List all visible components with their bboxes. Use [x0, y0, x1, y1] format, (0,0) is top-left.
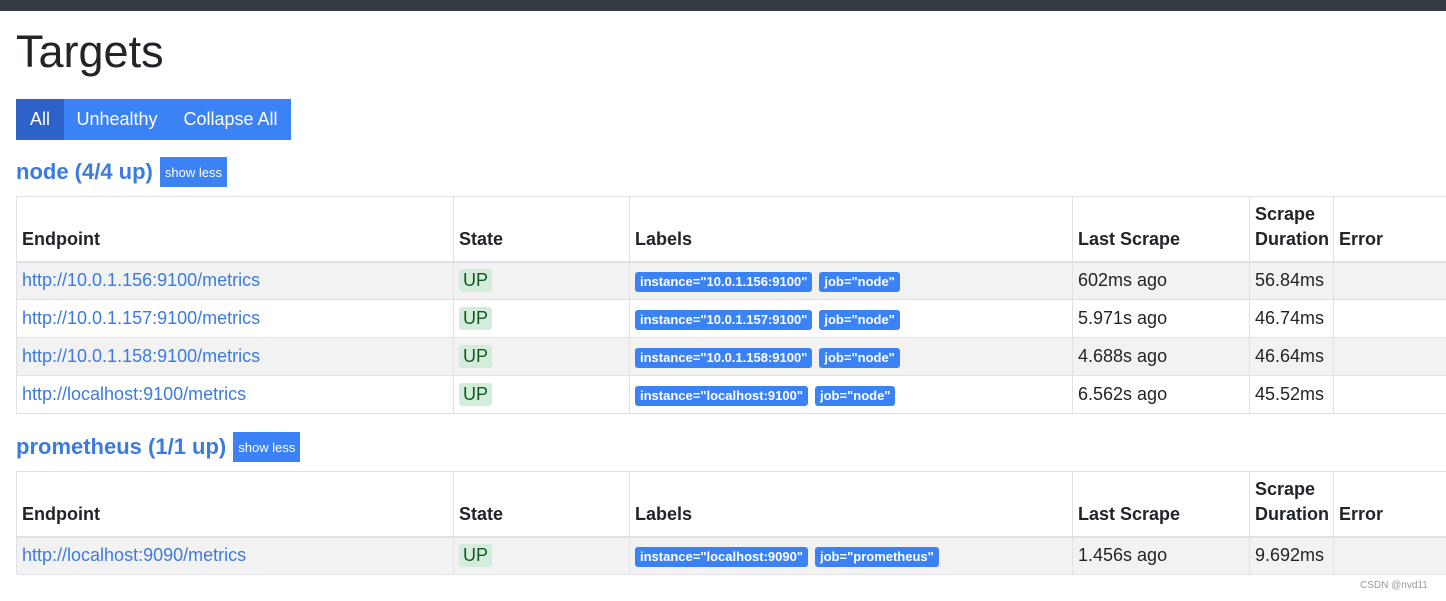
top-navbar: [0, 0, 1446, 11]
watermark: CSDN @nvd11: [1360, 580, 1428, 591]
last-scrape-cell: 5.971s ago: [1072, 299, 1250, 338]
column-header-error: Error: [1333, 471, 1446, 538]
filter-unhealthy-button[interactable]: Unhealthy: [64, 99, 170, 140]
pool-header-node: node (4/4 up) show less: [16, 157, 227, 187]
scrape-duration-cell: 56.84ms: [1249, 261, 1334, 300]
filter-button-group: All Unhealthy Collapse All: [16, 99, 291, 140]
pool-title[interactable]: prometheus (1/1 up): [16, 434, 226, 460]
table-row: http://10.0.1.157:9100/metrics UP instan…: [16, 299, 1446, 338]
column-header-scrape-duration: Scrape Duration: [1249, 196, 1334, 263]
last-scrape-cell: 602ms ago: [1072, 261, 1250, 300]
column-header-error: Error: [1333, 196, 1446, 263]
error-cell: [1333, 375, 1446, 414]
error-cell: [1333, 536, 1446, 575]
label-badge: job="node": [819, 309, 900, 330]
endpoint-link[interactable]: http://localhost:9090/metrics: [22, 545, 246, 565]
table-header-row: Endpoint State Labels Last Scrape Scrape…: [16, 471, 1446, 538]
state-badge: UP: [459, 544, 493, 568]
column-header-last-scrape: Last Scrape: [1072, 196, 1250, 263]
endpoint-link[interactable]: http://10.0.1.157:9100/metrics: [22, 308, 260, 328]
endpoint-link[interactable]: http://10.0.1.158:9100/metrics: [22, 346, 260, 366]
table-row: http://localhost:9100/metrics UP instanc…: [16, 375, 1446, 414]
show-less-button[interactable]: show less: [159, 157, 227, 187]
targets-table-prometheus: Endpoint State Labels Last Scrape Scrape…: [16, 471, 1446, 575]
pool-title[interactable]: node (4/4 up): [16, 159, 153, 185]
column-header-endpoint: Endpoint: [16, 471, 454, 538]
label-badge: instance="localhost:9100": [635, 385, 808, 406]
state-badge: UP: [459, 345, 493, 368]
scrape-duration-cell: 46.64ms: [1249, 337, 1334, 376]
endpoint-link[interactable]: http://localhost:9100/metrics: [22, 384, 246, 404]
column-header-last-scrape: Last Scrape: [1072, 471, 1250, 538]
scrape-duration-cell: 45.52ms: [1249, 375, 1334, 414]
state-badge: UP: [459, 383, 493, 406]
column-header-labels: Labels: [629, 196, 1073, 263]
show-less-button[interactable]: show less: [233, 432, 301, 462]
scrape-duration-cell: 9.692ms: [1249, 536, 1334, 575]
column-header-state: State: [453, 196, 630, 263]
label-badge: instance="10.0.1.156:9100": [635, 271, 813, 292]
targets-table-node: Endpoint State Labels Last Scrape Scrape…: [16, 196, 1446, 414]
label-badge: job="node": [819, 271, 900, 292]
label-badge: instance="10.0.1.157:9100": [635, 309, 813, 330]
state-badge: UP: [459, 269, 493, 293]
label-badge: instance="localhost:9090": [635, 546, 808, 567]
column-header-labels: Labels: [629, 471, 1073, 538]
last-scrape-cell: 4.688s ago: [1072, 337, 1250, 376]
collapse-all-button[interactable]: Collapse All: [170, 99, 291, 140]
table-header-row: Endpoint State Labels Last Scrape Scrape…: [16, 196, 1446, 263]
page-title: Targets: [16, 26, 164, 77]
column-header-scrape-duration: Scrape Duration: [1249, 471, 1334, 538]
table-row: http://10.0.1.156:9100/metrics UP instan…: [16, 261, 1446, 300]
last-scrape-cell: 6.562s ago: [1072, 375, 1250, 414]
table-row: http://localhost:9090/metrics UP instanc…: [16, 536, 1446, 575]
last-scrape-cell: 1.456s ago: [1072, 536, 1250, 575]
label-badge: instance="10.0.1.158:9100": [635, 347, 813, 368]
error-cell: [1333, 261, 1446, 300]
label-badge: job="prometheus": [815, 546, 939, 567]
column-header-endpoint: Endpoint: [16, 196, 454, 263]
label-badge: job="node": [815, 385, 896, 406]
endpoint-link[interactable]: http://10.0.1.156:9100/metrics: [22, 270, 260, 290]
error-cell: [1333, 299, 1446, 338]
error-cell: [1333, 337, 1446, 376]
scrape-duration-cell: 46.74ms: [1249, 299, 1334, 338]
column-header-state: State: [453, 471, 630, 538]
table-row: http://10.0.1.158:9100/metrics UP instan…: [16, 337, 1446, 376]
state-badge: UP: [459, 307, 493, 330]
label-badge: job="node": [819, 347, 900, 368]
pool-header-prometheus: prometheus (1/1 up) show less: [16, 432, 301, 462]
filter-all-button[interactable]: All: [16, 99, 64, 140]
